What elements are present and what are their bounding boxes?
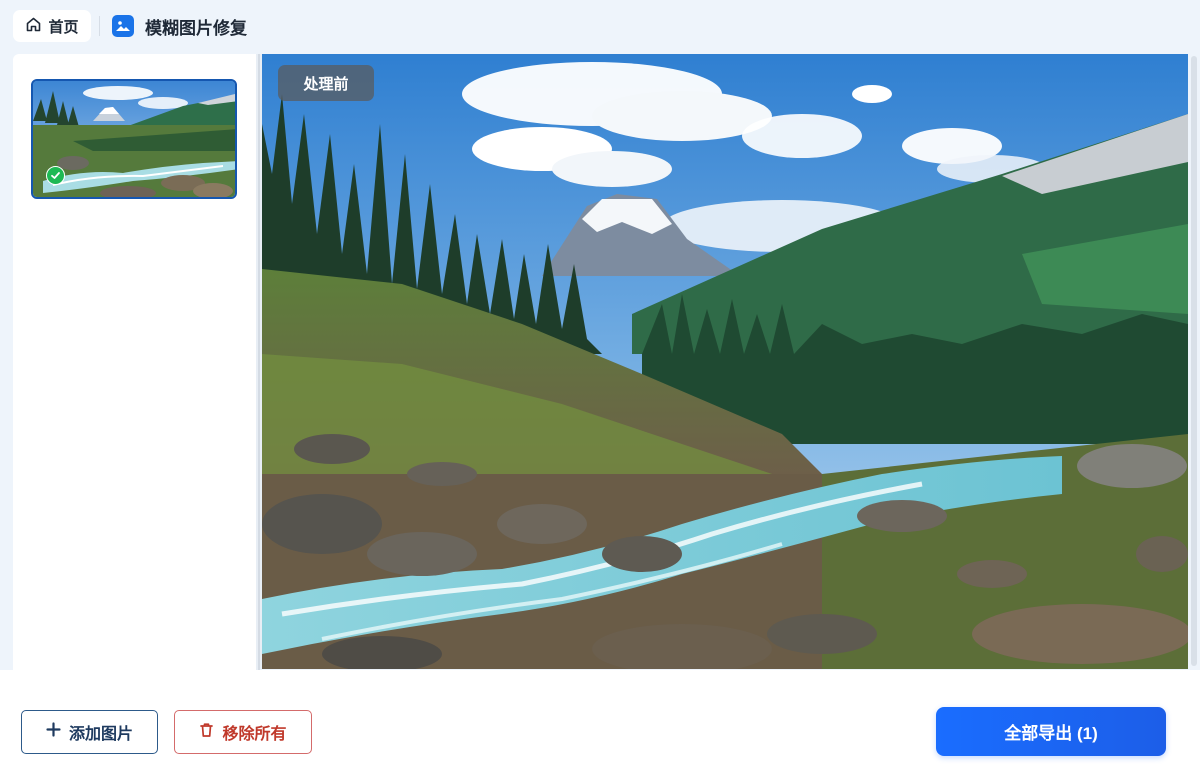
preview-image (262, 54, 1188, 669)
export-all-label: 全部导出 (1) (1004, 724, 1098, 743)
remove-all-button[interactable]: 移除所有 (174, 710, 312, 754)
thumbnail-image (33, 81, 235, 197)
image-preview[interactable]: 处理前 (262, 54, 1188, 669)
check-icon (46, 166, 65, 185)
add-image-label: 添加图片 (68, 726, 133, 743)
remove-all-label: 移除所有 (222, 726, 287, 743)
image-icon (112, 15, 134, 37)
trash-icon (199, 722, 214, 743)
app-title-text: 模糊图片修复 (145, 18, 247, 38)
home-label: 首页 (48, 18, 79, 36)
splitter-line (258, 54, 260, 670)
header-divider (99, 16, 100, 36)
home-button[interactable]: 首页 (13, 10, 91, 42)
top-bar: 首页 模糊图片修复 (0, 0, 1200, 52)
home-icon (25, 16, 42, 37)
image-thumbnail[interactable] (31, 79, 237, 199)
add-image-button[interactable]: 添加图片 (21, 710, 158, 754)
scrollbar-thumb[interactable] (1191, 56, 1197, 666)
before-label-badge: 处理前 (278, 65, 374, 101)
export-all-button[interactable]: 全部导出 (1) (936, 707, 1166, 756)
plus-icon (46, 722, 61, 742)
action-bar: 添加图片 移除所有 全部导出 (1) (0, 670, 1200, 765)
thumbnail-list (13, 54, 256, 670)
page-title: 模糊图片修复 (112, 13, 247, 39)
